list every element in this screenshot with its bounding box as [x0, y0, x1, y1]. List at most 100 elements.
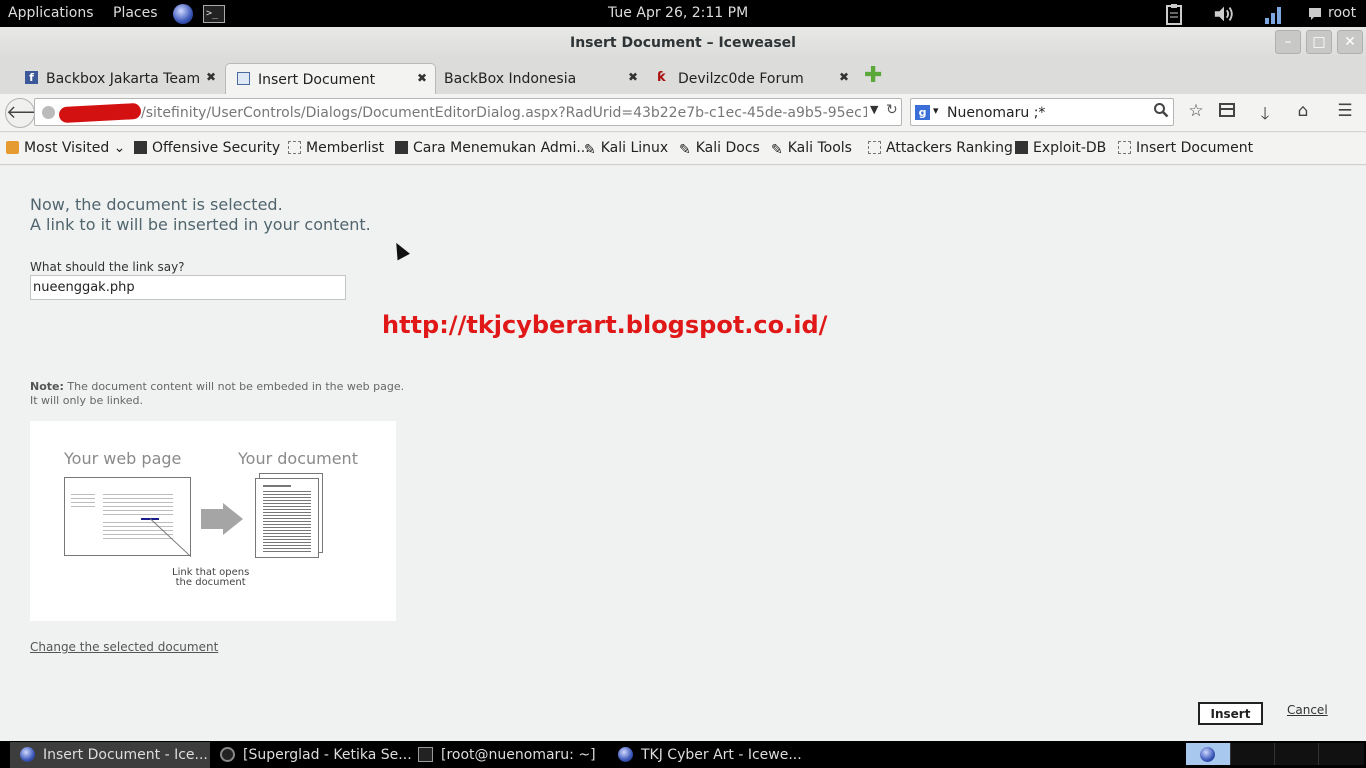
close-tab-icon[interactable]: ✖: [839, 70, 849, 84]
top-panel: Applications Places >_ Tue Apr 26, 2:11 …: [0, 0, 1366, 27]
watermark-url: http://tkjcyberart.blogspot.co.id/: [382, 311, 828, 339]
window-title: Insert Document – Iceweasel: [570, 35, 796, 51]
bookmark-insert-document[interactable]: Insert Document: [1118, 140, 1253, 156]
kali-dragon-icon: ✎: [771, 142, 783, 158]
globe-icon: [20, 747, 35, 762]
clipboard-icon[interactable]: [1163, 3, 1185, 25]
cancel-link[interactable]: Cancel: [1287, 703, 1328, 717]
arrow-right-icon: [201, 509, 223, 529]
terminal-icon[interactable]: >_: [203, 3, 225, 25]
chevron-down-icon[interactable]: ▾: [933, 104, 939, 117]
globe-icon[interactable]: [172, 3, 194, 25]
volume-icon[interactable]: [1213, 3, 1235, 25]
places-menu[interactable]: Places: [113, 5, 158, 21]
folder-icon: [6, 141, 19, 154]
bookmark-kali-linux[interactable]: ✎ Kali Linux: [584, 140, 668, 158]
bottom-taskbar: Insert Document - Ice... [Superglad - Ke…: [0, 741, 1366, 768]
google-icon[interactable]: g: [915, 105, 930, 120]
forum-icon: ƙ: [657, 70, 666, 85]
reading-list-icon[interactable]: [1216, 101, 1238, 123]
close-window-button[interactable]: ✕: [1337, 30, 1363, 54]
link-diagram: Your web page Your document Link that op…: [30, 421, 396, 621]
bookmark-memberlist[interactable]: Memberlist: [288, 140, 384, 156]
workspace-3[interactable]: [1274, 743, 1318, 765]
web-page-illustration: [64, 477, 191, 556]
diagram-callout: Link that opens the document: [172, 567, 250, 588]
kali-dragon-icon: ✎: [679, 142, 691, 158]
blank-page-icon: [1118, 141, 1131, 154]
reload-icon[interactable]: ↻: [886, 102, 898, 118]
bookmark-offensive-security[interactable]: Offensive Security: [134, 140, 280, 156]
insert-button[interactable]: Insert: [1198, 702, 1263, 725]
tab-insert-document[interactable]: Insert Document ✖: [225, 63, 436, 94]
new-tab-plus-icon[interactable]: ✚: [864, 65, 882, 87]
dialog-headline: Now, the document is selected. A link to…: [30, 195, 371, 234]
back-arrow-icon[interactable]: 🡐: [5, 98, 54, 128]
minimize-button[interactable]: –: [1275, 30, 1301, 54]
navigation-toolbar: 🡐 /sitefinity/UserControls/Dialogs/Docum…: [0, 94, 1366, 132]
diagram-document-title: Your document: [238, 449, 358, 468]
user-menu[interactable]: root: [1328, 5, 1356, 21]
page-content: Now, the document is selected. A link to…: [0, 166, 1366, 741]
applications-menu[interactable]: Applications: [8, 5, 94, 21]
globe-icon: [618, 747, 633, 762]
diagram-web-page-title: Your web page: [64, 449, 182, 468]
bookmark-favicon-icon: [395, 141, 408, 154]
blank-page-icon: [868, 141, 881, 154]
music-player-icon: [220, 747, 235, 762]
tab-backbox-indonesia[interactable]: BackBox Indonesia ✖: [437, 63, 646, 94]
chat-icon[interactable]: [1304, 3, 1326, 25]
tab-label: Backbox Jakarta Team: [46, 71, 201, 87]
home-icon[interactable]: ⌂: [1292, 101, 1314, 123]
tab-backbox-jakarta[interactable]: f Backbox Jakarta Team ✖: [14, 63, 224, 94]
workspace-2[interactable]: [1230, 743, 1274, 765]
blank-page-icon: [288, 141, 301, 154]
chevron-down-icon: ⌄: [109, 140, 126, 156]
search-bar[interactable]: g ▾ Nuenomaru ;*: [910, 98, 1174, 126]
search-input[interactable]: Nuenomaru ;*: [947, 105, 1045, 121]
network-signal-icon[interactable]: [1263, 3, 1285, 25]
close-tab-icon[interactable]: ✖: [417, 71, 427, 85]
download-icon[interactable]: 🡓: [1254, 101, 1276, 124]
url-text[interactable]: /sitefinity/UserControls/Dialogs/Documen…: [141, 105, 867, 121]
close-tab-icon[interactable]: ✖: [628, 70, 638, 84]
kali-dragon-icon: ✎: [584, 142, 596, 158]
facebook-icon: f: [25, 71, 38, 84]
hamburger-menu-icon[interactable]: ☰: [1334, 101, 1356, 123]
terminal-icon: [418, 747, 433, 762]
tab-label: Devilzc0de Forum: [678, 71, 804, 87]
url-bar[interactable]: /sitefinity/UserControls/Dialogs/Documen…: [34, 98, 902, 126]
star-bookmark-icon[interactable]: ☆: [1185, 101, 1207, 123]
bookmark-exploit-db[interactable]: Exploit-DB: [1015, 140, 1106, 156]
search-icon[interactable]: [1153, 102, 1169, 122]
bookmarks-toolbar: Most Visited ⌄ Offensive Security Member…: [0, 133, 1366, 165]
window-titlebar[interactable]: Insert Document – Iceweasel: [0, 27, 1366, 59]
task-insert-document[interactable]: Insert Document - Ice...: [10, 742, 210, 768]
bookmark-attackers-ranking[interactable]: Attackers Ranking: [868, 140, 1013, 156]
workspace-1[interactable]: [1186, 743, 1230, 765]
task-superglad[interactable]: [Superglad - Ketika Se...: [210, 742, 412, 768]
task-terminal[interactable]: [root@nuenomaru: ~]: [408, 742, 608, 768]
task-tkj-cyber-art[interactable]: TKJ Cyber Art - Icewe...: [608, 742, 808, 768]
bookmark-kali-tools[interactable]: ✎ Kali Tools: [771, 140, 852, 158]
link-text-label: What should the link say?: [30, 260, 185, 274]
workspace-4[interactable]: [1318, 743, 1364, 765]
bookmark-kali-docs[interactable]: ✎ Kali Docs: [679, 140, 760, 158]
tab-label: BackBox Indonesia: [444, 71, 577, 87]
redaction-mark: [58, 102, 142, 124]
bookmark-most-visited[interactable]: Most Visited ⌄: [6, 140, 125, 156]
bookmark-cara-menemukan[interactable]: Cara Menemukan Admi...: [395, 140, 590, 156]
document-icon: [237, 72, 250, 85]
close-tab-icon[interactable]: ✖: [206, 70, 216, 84]
change-document-link[interactable]: Change the selected document: [30, 640, 218, 654]
tab-devilzc0de-forum[interactable]: ƙ Devilzc0de Forum ✖: [646, 63, 857, 94]
document-illustration: [255, 478, 319, 558]
site-identity-icon[interactable]: [42, 106, 55, 119]
bookmark-favicon-icon: [1015, 141, 1028, 154]
globe-icon: [1200, 747, 1215, 762]
maximize-button[interactable]: □: [1306, 30, 1332, 54]
tab-strip: f Backbox Jakarta Team ✖ Insert Document…: [0, 59, 1366, 94]
clock[interactable]: Tue Apr 26, 2:11 PM: [608, 5, 748, 21]
chevron-down-icon[interactable]: ▼: [870, 103, 878, 116]
link-text-input[interactable]: [30, 275, 346, 300]
